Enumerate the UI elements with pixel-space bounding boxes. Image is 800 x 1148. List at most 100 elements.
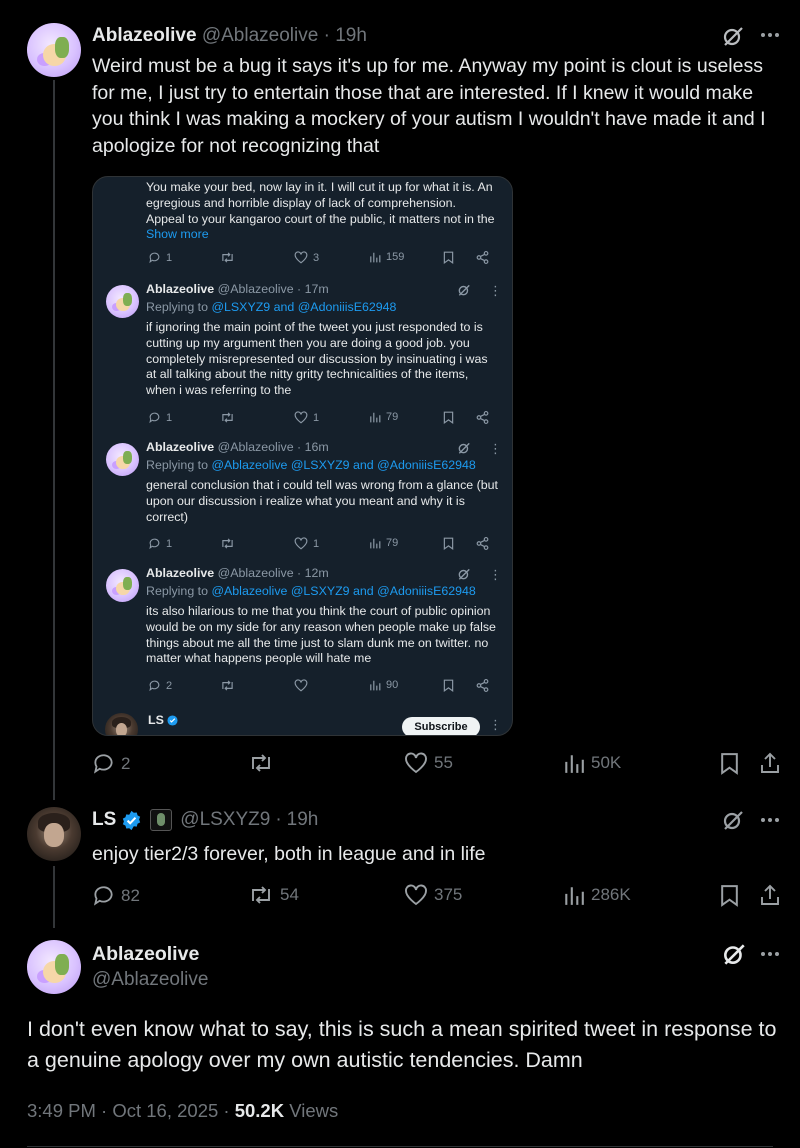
embedded-like-icon: 1 [294, 537, 319, 550]
avatar[interactable] [27, 940, 81, 994]
views-icon [565, 887, 584, 905]
display-name[interactable]: LS [92, 808, 116, 832]
bookmark-icon [721, 885, 738, 907]
tweet-meta: 3:49 PM · Oct 16, 2025 · 50.2K Views [27, 1099, 338, 1123]
tweet-text: I don't even know what to say, this is s… [27, 1017, 777, 1072]
grok-icon[interactable] [721, 808, 745, 832]
views-count: 50.2K [234, 1100, 285, 1121]
repost-button[interactable] [248, 752, 274, 774]
embedded-bookmark-icon [443, 251, 454, 264]
share-icon [761, 752, 779, 773]
timestamp[interactable]: 19h [335, 25, 367, 46]
embedded-repost-icon [220, 411, 235, 424]
avatar[interactable] [27, 23, 81, 77]
timestamp[interactable]: 19h [287, 808, 319, 832]
embedded-reply-icon: 1 [148, 537, 172, 550]
share-button[interactable] [759, 751, 781, 775]
like-icon [405, 752, 427, 774]
views-label: Views [289, 1100, 339, 1121]
reply-button[interactable]: 82 [92, 884, 140, 907]
handle[interactable]: @LSXYZ9 [180, 808, 270, 832]
embedded-bookmark-icon [443, 679, 454, 692]
subscribe-button: Subscribe [402, 717, 480, 735]
grok-icon[interactable] [721, 24, 745, 48]
embedded-reply-header: Ablazeolive @Ablazeolive · 16m [146, 440, 329, 454]
affiliate-badge-icon [150, 809, 173, 831]
more-icon[interactable] [760, 951, 780, 957]
embedded-avatar [106, 285, 139, 318]
more-icon[interactable] [760, 32, 780, 38]
show-more-link: Show more [146, 227, 209, 242]
embedded-avatar [105, 713, 138, 735]
tweet-header: Ablazeolive @Ablazeolive · 19h [92, 25, 367, 46]
embedded-grok-icon [457, 567, 471, 581]
embedded-repost-icon [220, 537, 235, 550]
bookmark-button[interactable] [720, 884, 739, 907]
handle[interactable]: @Ablazeolive [92, 968, 208, 992]
views-button[interactable]: 50K [563, 752, 621, 774]
timestamp[interactable]: 3:49 PM · Oct 16, 2025 · [27, 1100, 235, 1121]
like-button[interactable]: 55 [404, 752, 453, 774]
thread-line [53, 866, 55, 928]
embedded-reply-text: if ignoring the main point of the tweet … [146, 320, 488, 398]
verified-badge-icon [167, 715, 178, 726]
embedded-repost-icon [220, 251, 235, 264]
embedded-repost-icon [220, 679, 235, 692]
embedded-bookmark-icon [443, 537, 454, 550]
bookmark-icon [721, 753, 738, 775]
embedded-reply-header: Ablazeolive @Ablazeolive · 17m [146, 282, 329, 296]
divider [27, 1146, 773, 1147]
embedded-share-icon [476, 537, 489, 550]
embedded-reply-text: its also hilarious to me that you think … [146, 604, 496, 666]
avatar[interactable] [27, 807, 81, 861]
share-button[interactable] [759, 883, 781, 907]
repost-button[interactable]: 54 [248, 884, 299, 906]
share-icon [761, 884, 779, 905]
embedded-screenshot[interactable]: You make your bed, now lay in it. I will… [92, 176, 513, 736]
embedded-reply-text: general conclusion that i could tell was… [146, 478, 498, 524]
embedded-avatar [106, 569, 139, 602]
like-button[interactable]: 375 [404, 884, 462, 906]
embedded-ls-name: LS [148, 713, 178, 729]
reply-icon [93, 754, 113, 774]
display-name[interactable]: Ablazeolive [92, 942, 199, 966]
reply-button[interactable]: 2 [92, 752, 130, 775]
display-name[interactable]: Ablazeolive [92, 25, 197, 46]
embedded-top-text: You make your bed, now lay in it. I will… [146, 180, 495, 242]
tweet-text: enjoy tier2/3 forever, both in league an… [92, 843, 486, 865]
like-icon [405, 884, 427, 906]
embedded-reply-icon: 1 [148, 251, 172, 264]
embedded-reply-icon: 1 [148, 411, 172, 424]
embedded-share-icon [476, 679, 489, 692]
verified-badge-icon [123, 810, 141, 830]
tweet-text: Weird must be a bug it says it's up for … [92, 55, 766, 157]
views-button[interactable]: 286K [563, 884, 631, 906]
more-icon[interactable] [760, 817, 780, 823]
embedded-share-icon [476, 251, 489, 264]
embedded-more-icon: ⋮ [489, 567, 502, 582]
embedded-more-icon: ⋮ [489, 717, 502, 732]
embedded-share-icon [476, 411, 489, 424]
embedded-like-icon [294, 679, 308, 692]
handle[interactable]: @Ablazeolive [202, 25, 318, 46]
embedded-grok-icon [457, 283, 471, 297]
embedded-replying-to: Replying to @Ablazeolive @LSXYZ9 and @Ad… [146, 458, 476, 472]
embedded-like-icon: 3 [294, 251, 319, 264]
views-icon [565, 755, 584, 773]
reply-icon [93, 886, 113, 906]
embedded-reply-header: Ablazeolive @Ablazeolive · 12m [146, 566, 329, 580]
embedded-views-icon: 79 [369, 411, 398, 423]
bookmark-button[interactable] [720, 752, 739, 775]
embedded-bookmark-icon [443, 411, 454, 424]
grok-icon[interactable] [721, 941, 747, 967]
embedded-more-icon: ⋮ [489, 441, 502, 456]
embedded-views-icon: 90 [369, 679, 398, 691]
embedded-replying-to: Replying to @Ablazeolive @LSXYZ9 and @Ad… [146, 584, 476, 598]
embedded-views-icon: 79 [369, 537, 398, 549]
embedded-like-icon: 1 [294, 411, 319, 424]
thread-line [53, 80, 55, 800]
embedded-views-icon: 159 [369, 251, 404, 263]
repost-icon [252, 886, 270, 904]
embedded-avatar [106, 443, 139, 476]
embedded-more-icon: ⋮ [489, 283, 502, 298]
